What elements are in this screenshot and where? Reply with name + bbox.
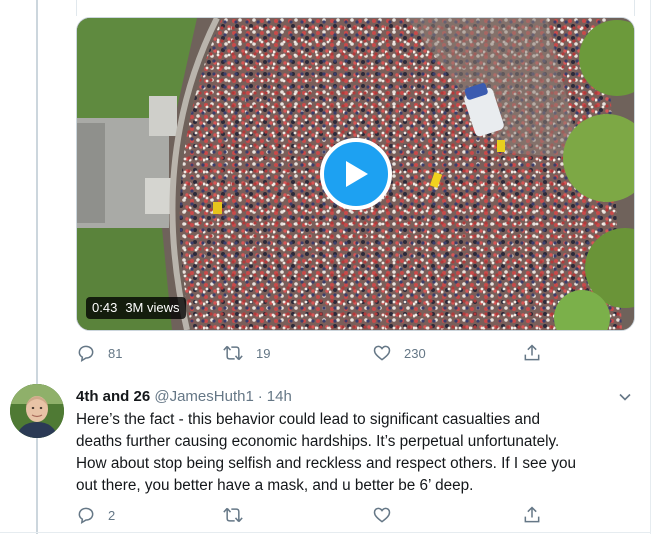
display-name[interactable]: 4th and 26 bbox=[76, 388, 150, 405]
reply-button[interactable]: 81 bbox=[76, 343, 122, 363]
video-duration: 0:43 bbox=[92, 300, 118, 315]
chevron-down-icon bbox=[619, 393, 631, 401]
tweet-header: 4th and 26 @JamesHuth1 · 14h bbox=[76, 387, 292, 407]
tweet-text-line: Here’s the fact - this behavior could le… bbox=[76, 411, 540, 428]
retweet-icon bbox=[223, 345, 243, 361]
share-button[interactable] bbox=[522, 343, 542, 363]
more-options-button[interactable] bbox=[617, 389, 633, 410]
reply-count: 81 bbox=[108, 345, 123, 361]
tweet-text-line: out there, you better have a mask, and u… bbox=[76, 477, 474, 494]
retweet-button[interactable] bbox=[222, 505, 256, 525]
play-icon bbox=[346, 161, 368, 187]
retweet-icon bbox=[223, 507, 243, 523]
tweet-action-bar: 81 19 230 bbox=[76, 343, 636, 365]
tweet-text: Here’s the fact - this behavior could le… bbox=[76, 409, 636, 497]
retweet-count: 19 bbox=[256, 345, 271, 361]
heart-icon bbox=[373, 507, 391, 523]
media-card-top-edge bbox=[76, 0, 635, 16]
like-button[interactable]: 230 bbox=[372, 343, 426, 363]
video-views: 3M views bbox=[125, 300, 180, 315]
user-handle[interactable]: @JamesHuth1 bbox=[154, 388, 253, 405]
play-button[interactable] bbox=[320, 138, 392, 210]
tweet-text-line: deaths further causing economic hardship… bbox=[76, 433, 560, 450]
share-icon bbox=[524, 506, 540, 523]
retweet-button[interactable]: 19 bbox=[222, 343, 270, 363]
video-duration-badge: 0:43 3M views bbox=[86, 297, 186, 319]
reply-icon bbox=[78, 507, 94, 524]
share-button[interactable] bbox=[522, 505, 542, 525]
tweet-text-line: How about stop being selfish and reckles… bbox=[76, 455, 576, 472]
reply-button[interactable]: 2 bbox=[76, 505, 115, 525]
tweet-timestamp[interactable]: 14h bbox=[267, 388, 292, 405]
video-player[interactable] bbox=[76, 17, 635, 331]
divider bbox=[0, 532, 650, 533]
user-photo bbox=[10, 384, 64, 438]
reply-icon bbox=[78, 345, 94, 362]
avatar[interactable] bbox=[10, 384, 64, 438]
heart-icon bbox=[373, 345, 391, 361]
thread-connector-line bbox=[36, 0, 38, 534]
separator-dot: · bbox=[257, 388, 263, 405]
like-button[interactable] bbox=[372, 505, 404, 525]
reply-count: 2 bbox=[108, 507, 116, 523]
reply-tweet-action-bar: 2 bbox=[76, 505, 636, 527]
timeline-border bbox=[650, 0, 651, 534]
like-count: 230 bbox=[404, 345, 426, 361]
share-icon bbox=[524, 344, 540, 361]
